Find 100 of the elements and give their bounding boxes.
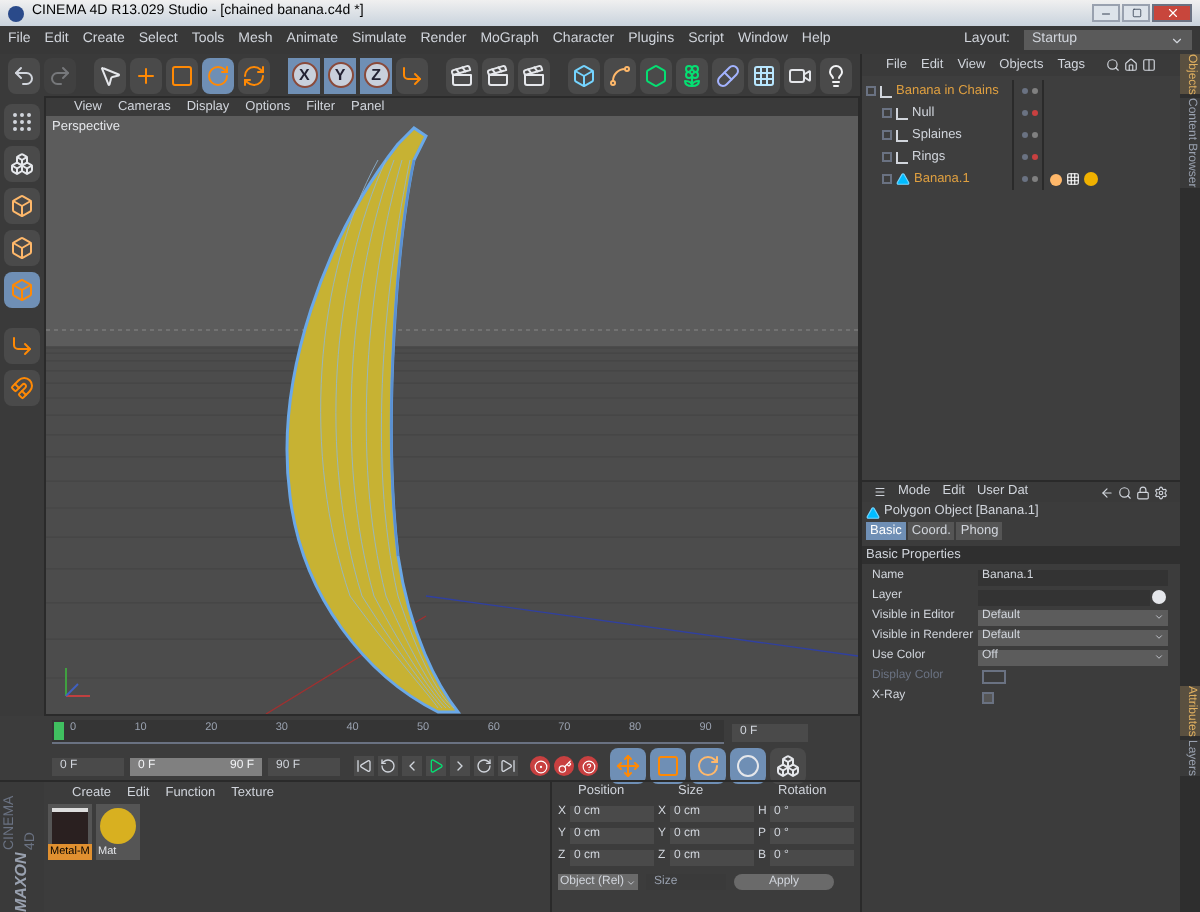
tool-button[interactable] — [94, 57, 127, 93]
axis-lock-button[interactable]: X — [288, 57, 321, 93]
record-button[interactable] — [530, 756, 550, 776]
panel-icon[interactable] — [1142, 58, 1156, 72]
undo-icon — [11, 63, 36, 87]
phong-tag-icon[interactable] — [1050, 173, 1062, 185]
floor-icon — [752, 63, 777, 87]
tool-button[interactable] — [770, 748, 806, 784]
axis-lock-button[interactable]: Z — [360, 57, 392, 93]
settings-icon[interactable] — [1154, 485, 1168, 499]
cube-icon — [10, 194, 34, 218]
record-button[interactable] — [578, 756, 598, 776]
tool-button[interactable] — [690, 748, 726, 784]
playback-button[interactable] — [402, 756, 422, 776]
record-button[interactable] — [554, 756, 574, 776]
play-icon — [428, 758, 444, 774]
caret-icon — [626, 877, 636, 887]
playback-button[interactable] — [450, 756, 470, 776]
polygon-icon — [896, 172, 910, 186]
tool-button[interactable] — [610, 748, 646, 784]
axis-gizmo — [65, 667, 91, 697]
tool-button[interactable] — [482, 57, 515, 93]
tool-button[interactable] — [4, 146, 40, 182]
tool-button[interactable] — [130, 57, 163, 93]
tool-button[interactable] — [396, 57, 428, 93]
move-icon — [616, 754, 640, 778]
tool-button[interactable] — [568, 57, 601, 93]
material-tag-icon[interactable] — [1084, 172, 1098, 186]
tool-button[interactable] — [8, 57, 40, 93]
lock-icon[interactable] — [1136, 485, 1150, 499]
polygon-icon — [866, 505, 880, 519]
record-icon — [533, 759, 547, 773]
home-icon[interactable] — [1124, 58, 1138, 72]
playback-button[interactable] — [354, 756, 374, 776]
caret-icon — [1170, 33, 1184, 47]
tool-button[interactable] — [730, 748, 766, 784]
tool-button[interactable] — [237, 57, 270, 93]
magnet-icon — [10, 376, 34, 400]
clapperboard-icon — [486, 63, 511, 87]
tool-button[interactable] — [4, 272, 40, 308]
axis-icon — [10, 334, 34, 358]
tool-button[interactable] — [676, 57, 709, 93]
playback-button[interactable] — [426, 756, 446, 776]
tool-button[interactable] — [784, 57, 816, 93]
minimize-icon — [1100, 7, 1112, 19]
loop-icon — [476, 758, 492, 774]
camera-icon — [787, 63, 812, 87]
playback-button[interactable] — [498, 756, 518, 776]
key-icon — [557, 759, 571, 773]
maximize-button[interactable] — [1122, 4, 1150, 22]
checkbox[interactable] — [982, 691, 994, 703]
tool-button[interactable] — [4, 188, 40, 224]
cube-preview — [52, 808, 88, 844]
close-button[interactable] — [1152, 4, 1192, 22]
layer-picker-icon[interactable] — [1152, 590, 1166, 604]
maximize-icon — [1131, 8, 1141, 18]
tool-button[interactable] — [518, 57, 551, 93]
pointer-icon — [98, 63, 123, 87]
tool-button[interactable] — [166, 57, 198, 93]
tool-button[interactable] — [4, 230, 40, 266]
tool-button[interactable] — [712, 57, 745, 93]
back-icon[interactable] — [1100, 485, 1114, 499]
flower-icon — [680, 63, 705, 87]
rotate-icon — [696, 754, 720, 778]
step-forward-icon — [452, 758, 468, 774]
cube-icon — [572, 63, 597, 87]
playback-button[interactable] — [474, 756, 494, 776]
cube-icon — [10, 236, 34, 260]
clapperboard-icon — [522, 63, 547, 87]
layer-field[interactable] — [978, 589, 1150, 605]
tool-button[interactable] — [640, 57, 673, 93]
search-icon[interactable] — [1118, 485, 1132, 499]
sphere-preview — [100, 808, 136, 844]
menu-icon[interactable] — [874, 486, 886, 498]
texture-tag-icon[interactable] — [1066, 172, 1080, 186]
playback-button[interactable] — [378, 756, 398, 776]
hexagon-icon — [644, 63, 669, 87]
scale-icon — [656, 754, 680, 778]
tool-button[interactable] — [604, 57, 637, 93]
redo-icon — [47, 63, 72, 87]
tool-button[interactable] — [4, 328, 40, 364]
search-icon[interactable] — [1106, 58, 1120, 72]
cube-icon — [10, 278, 34, 302]
tool-button[interactable] — [202, 57, 234, 93]
skip-forward-icon — [500, 758, 516, 774]
axis-icon — [399, 63, 424, 87]
tool-button[interactable] — [819, 57, 852, 93]
axis-lock-button[interactable]: Y — [324, 57, 357, 93]
question-icon — [581, 759, 595, 773]
scale-icon — [170, 63, 195, 87]
tool-button[interactable] — [4, 104, 40, 140]
rotate-icon — [205, 63, 230, 87]
color-swatch[interactable] — [982, 670, 1006, 684]
tool-button[interactable] — [4, 370, 40, 406]
tool-button[interactable] — [650, 748, 686, 784]
close-icon — [1165, 6, 1179, 20]
light-icon — [823, 63, 848, 87]
tool-button[interactable] — [748, 57, 780, 93]
tool-button[interactable] — [446, 57, 479, 93]
skip-back-icon — [356, 758, 372, 774]
